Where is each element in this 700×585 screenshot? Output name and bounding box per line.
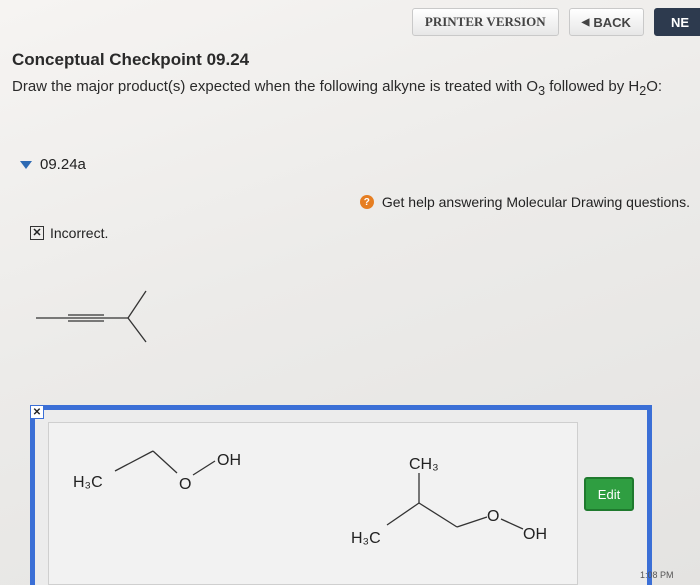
mol1-left-group: H₃C: [73, 474, 103, 491]
mol2-left-group: H₃C: [351, 530, 381, 547]
part-label: 09.24a: [40, 156, 86, 173]
status-incorrect: ✕ Incorrect.: [30, 225, 108, 241]
x-icon: ✕: [30, 226, 44, 240]
back-button[interactable]: ◀ BACK: [568, 8, 644, 36]
next-button[interactable]: NE: [653, 8, 700, 36]
edit-button[interactable]: Edit: [584, 477, 634, 511]
mol1-bond-2: [152, 450, 178, 474]
mol1-oxygen: O: [179, 476, 191, 493]
printer-version-button[interactable]: PRINTER VERSION: [411, 8, 559, 36]
system-clock: 1:08 PM: [640, 570, 674, 580]
prompt-text-3: O:: [646, 78, 663, 95]
printer-version-label: PRINTER VERSION: [424, 14, 546, 29]
mol1-bond-1: [114, 450, 154, 472]
mol2-top-group: CH₃: [409, 456, 439, 473]
mol2-bond-o: [456, 516, 488, 528]
mol2-right-group: OH: [523, 526, 547, 543]
top-toolbar: PRINTER VERSION ◀ BACK NE: [411, 6, 700, 38]
close-icon[interactable]: ✕: [30, 405, 44, 419]
back-label: BACK: [593, 14, 631, 30]
prompt-subscript: 3: [538, 84, 546, 98]
bond-branch-down: [127, 317, 147, 343]
next-label: NE: [670, 14, 689, 30]
help-link[interactable]: ? Get help answering Molecular Drawing q…: [359, 194, 690, 210]
help-text: Get help answering Molecular Drawing que…: [381, 194, 690, 210]
question-title: Conceptual Checkpoint 09.24: [12, 50, 250, 69]
triangle-down-icon: [20, 160, 32, 169]
question-prompt: Draw the major product(s) expected when …: [12, 76, 688, 102]
alkyne-structure: [36, 290, 147, 343]
prompt-text: Draw the major product(s) expected when …: [12, 78, 539, 95]
answer-structures: H₃C O OH CH₃ H₃C O OH: [73, 450, 547, 547]
chevron-left-icon: ◀: [581, 16, 590, 28]
mol2-bond-oh: [500, 518, 524, 530]
mol2-oxygen: O: [487, 508, 499, 525]
edit-label: Edit: [597, 486, 621, 502]
prompt-text-2: followed by H: [545, 78, 640, 95]
bond-branch-up: [127, 290, 147, 319]
question-icon: ?: [359, 195, 374, 209]
mol2-bond-right: [418, 502, 458, 528]
status-text: Incorrect.: [50, 225, 109, 241]
mol2-bond-left: [386, 502, 420, 526]
drawing-canvas[interactable]: H₃C O OH CH₃ H₃C O OH: [48, 422, 578, 585]
mol1-bond-3: [192, 460, 216, 476]
mol1-right-group: OH: [217, 452, 241, 469]
part-toggle[interactable]: 09.24a: [20, 156, 86, 173]
